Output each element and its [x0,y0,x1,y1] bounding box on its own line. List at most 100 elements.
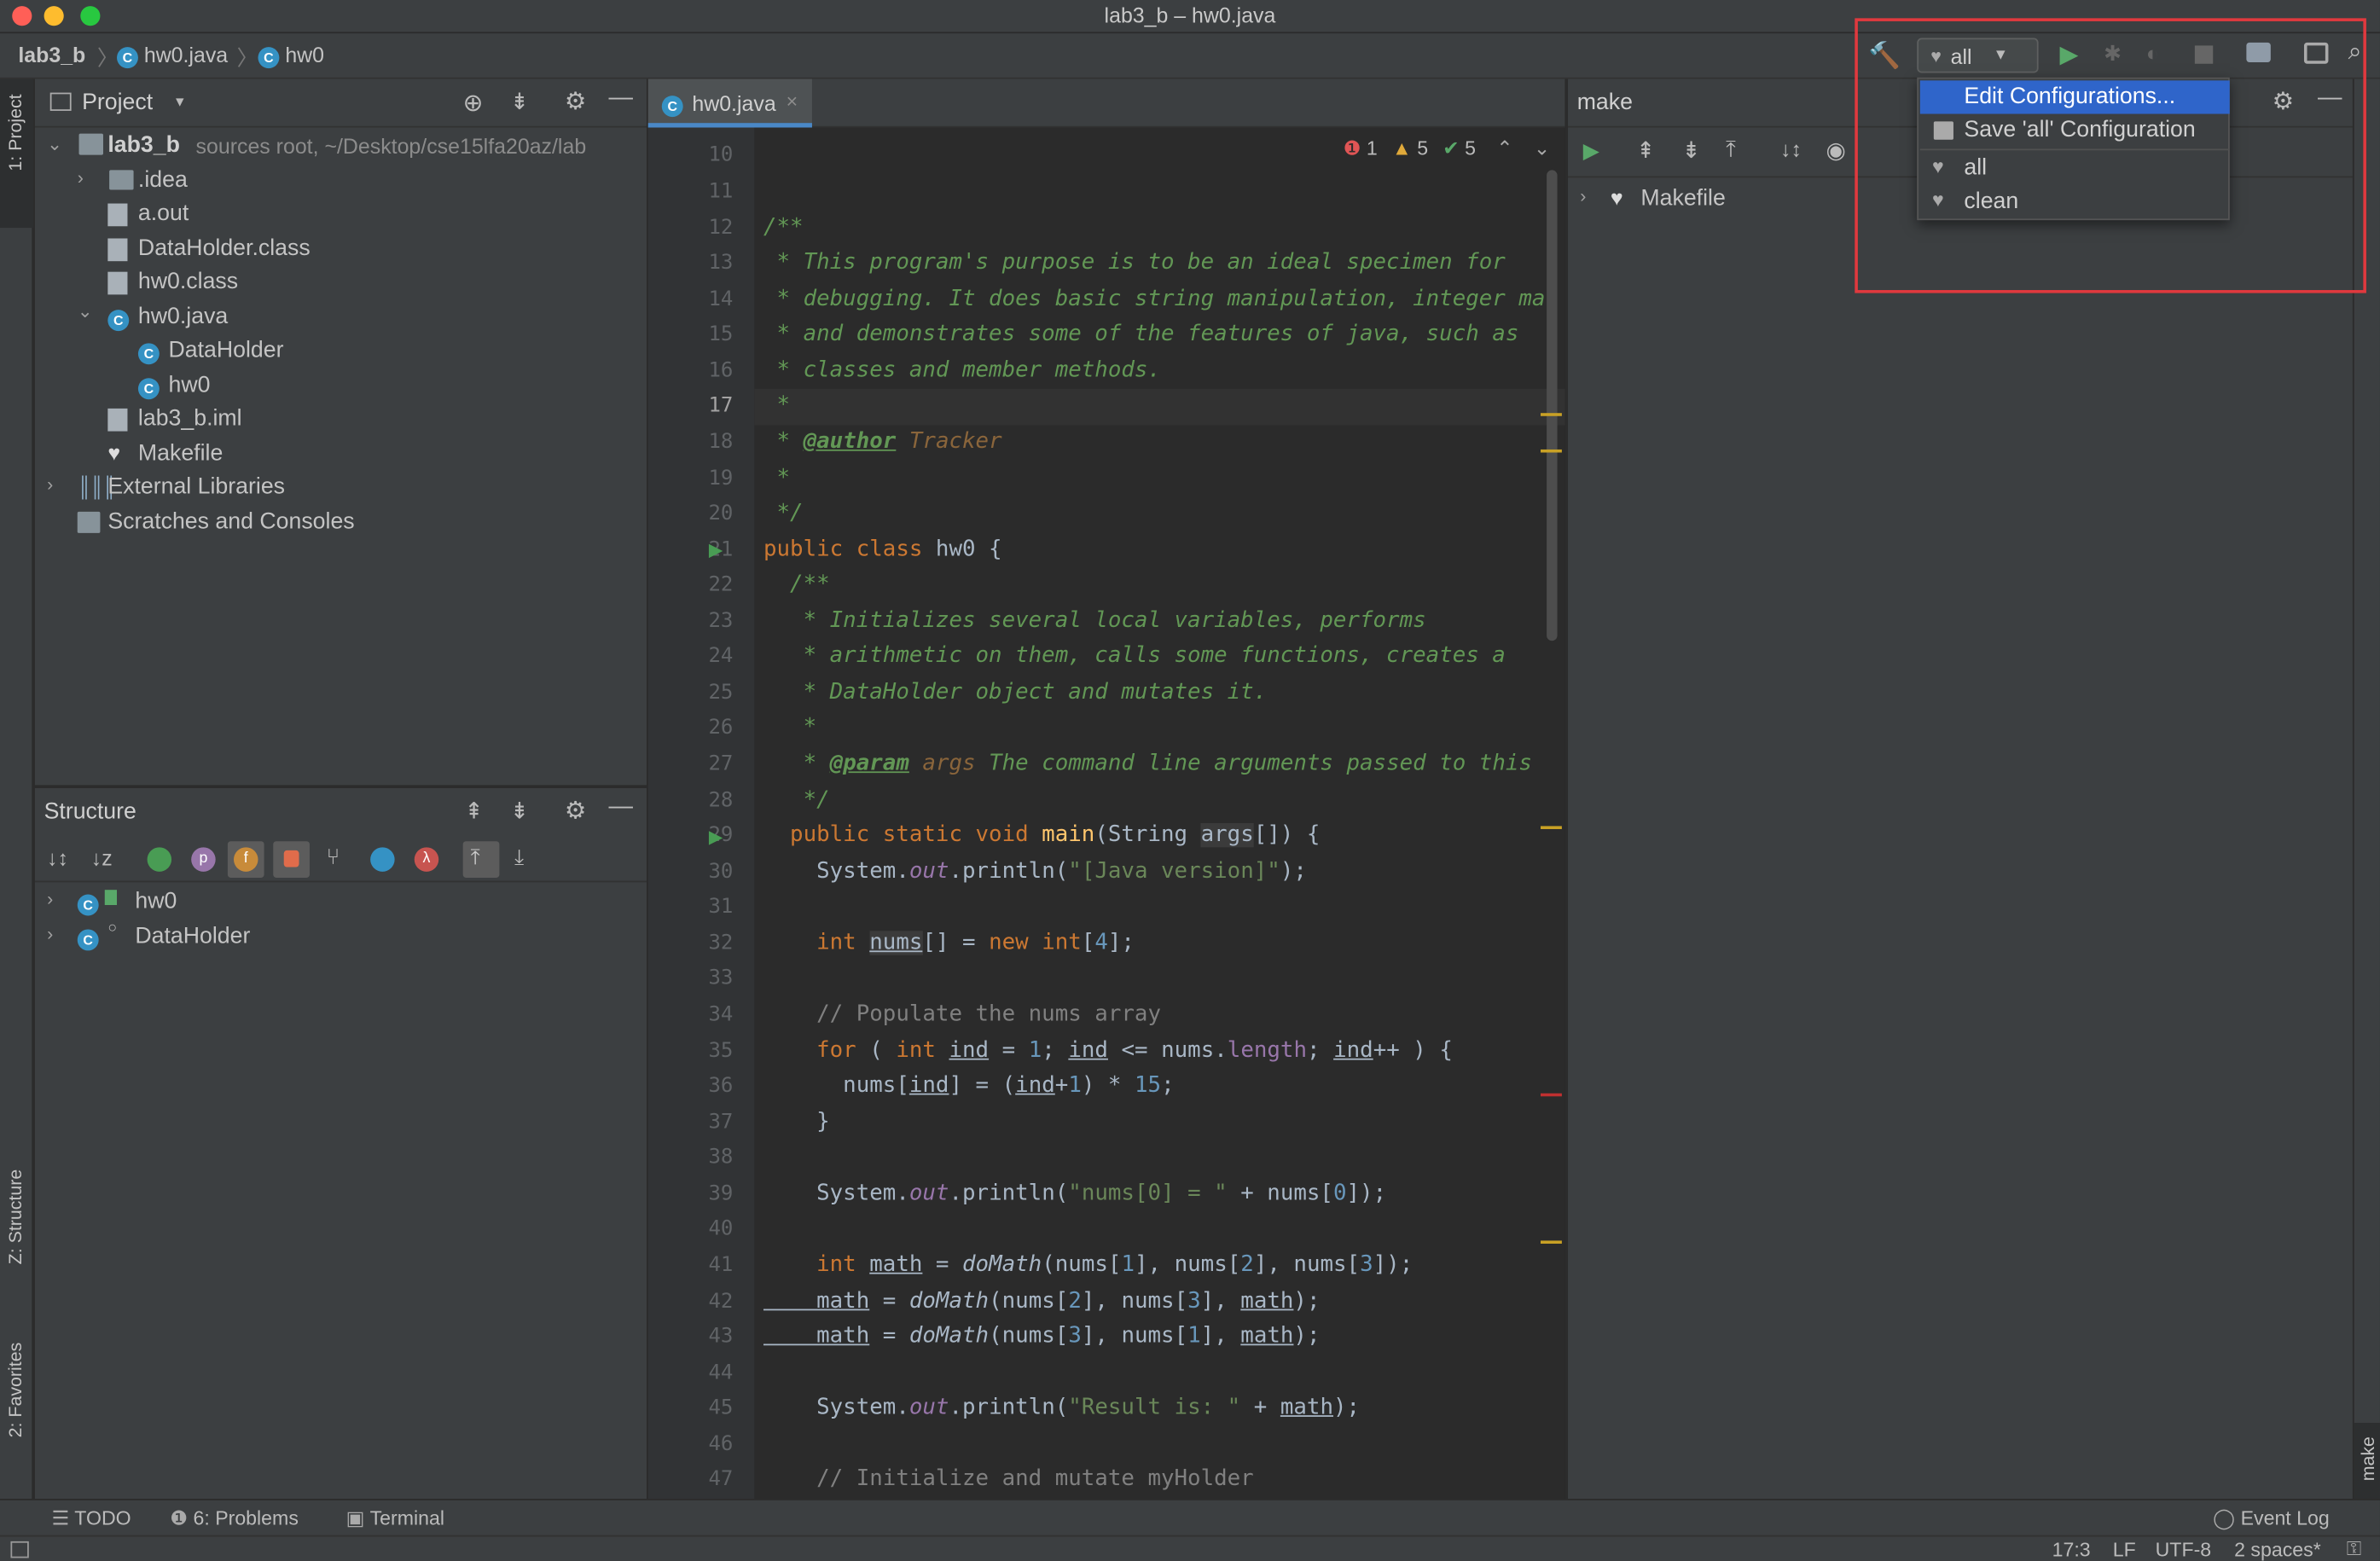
show-non-public-toggle[interactable] [273,841,310,878]
collapse-all-icon[interactable]: ⇟ [1681,136,1700,164]
line-number: 32 [708,931,734,955]
show-inherited-icon[interactable] [147,847,172,872]
warning-marker[interactable] [1540,413,1562,416]
class-icon: C [77,894,99,916]
inspection-widget[interactable]: ❶ 1 ▲ 5 ✔ 5 ⌃ ⌄ [1344,136,1551,160]
code-line: nums[ind] = (ind+1) * 15; [763,1073,1175,1099]
project-view-selector[interactable]: Project [82,90,153,115]
run-target-icon[interactable]: ▶ [1583,138,1599,164]
show-anonymous-icon[interactable] [370,847,395,872]
breadcrumb-separator-icon: 〉 [96,45,119,70]
module-file-icon [107,408,128,432]
indent-settings[interactable]: 2 spaces* [2234,1538,2321,1561]
show-properties-icon[interactable]: p [191,847,216,872]
problems-tab[interactable]: ❶ 6: Problems [170,1506,299,1530]
list-icon: ☰ [51,1506,70,1529]
todo-tab[interactable]: ☰ TODO [51,1506,131,1530]
line-number: 39 [708,1181,734,1206]
tree-label: Scratches and Consoles [107,508,355,535]
file-encoding[interactable]: UTF-8 [2156,1538,2212,1561]
editor-tab[interactable]: C hw0.java × [647,78,812,128]
tree-label: DataHolder [168,337,284,363]
code-line: * [763,715,817,740]
tree-label: lab3_b.iml [137,405,242,432]
expand-all-icon[interactable]: ⇞ [464,798,483,824]
breadcrumb-class[interactable]: C hw0 [258,42,325,69]
tool-tab-favorites[interactable]: 2: Favorites [4,1343,26,1438]
code-editor[interactable]: ❶ 1 ▲ 5 ✔ 5 ⌃ ⌄ /** * This program's pur… [754,127,1565,1500]
chevron-right-icon: › [47,888,54,910]
locate-icon[interactable]: ⊕ [463,88,484,119]
next-highlight-icon[interactable]: ⌄ [1534,136,1550,160]
line-number: 13 [708,250,734,276]
run-gutter-icon[interactable]: ▶ [709,826,723,847]
close-tab-icon[interactable]: × [787,90,798,113]
project-panel: Project ▼ ⊕ ⇟ ⚙ — ⌄ lab3_b sources root,… [34,78,647,786]
sort-alpha-icon[interactable]: ↓z [91,846,113,870]
lock-icon[interactable]: ⚿ [2347,1537,2362,1561]
collapse-all-icon[interactable]: ⇟ [510,798,529,824]
error-count: 1 [1366,136,1378,160]
code-line: * arithmetic on them, calls some functio… [763,643,1506,669]
filter-targets-icon[interactable]: ⤒ [1726,136,1736,162]
code-line: */ [763,501,804,525]
collapse-all-icon[interactable]: ⇟ [510,88,529,115]
warning-marker[interactable] [1540,826,1562,829]
line-number: 14 [708,287,734,311]
gear-icon[interactable]: ⚙ [565,796,587,827]
terminal-tab[interactable]: ▣ Terminal [346,1506,444,1530]
code-line: public class hw0 { [763,537,1002,562]
code-line: * This program's purpose is to be an ide… [763,250,1506,276]
line-number: 30 [708,859,734,885]
line-number: 12 [708,215,734,241]
sort-icon[interactable]: ↓↕ [1780,136,1802,160]
tool-windows-icon[interactable] [10,1541,29,1558]
breadcrumb-file[interactable]: C hw0.java [117,43,228,69]
line-separator[interactable]: LF [2113,1538,2136,1561]
show-fields-toggle[interactable]: f [227,841,264,878]
breadcrumb-class-label: hw0 [285,42,325,67]
chevron-right-icon: › [77,166,84,189]
autoscroll-from-source-icon[interactable]: ⤓ [514,844,524,870]
error-icon: ❶ [1343,136,1361,160]
code-line: * [763,393,791,418]
chevron-down-icon[interactable]: ▼ [173,94,187,109]
tool-tab-project[interactable]: 1: Project [4,94,26,171]
run-gutter-icon[interactable]: ▶ [709,539,723,560]
sort-by-type-icon[interactable]: ↓↕ [47,846,68,870]
editor-scrollbar[interactable] [1547,170,1558,641]
expand-all-icon[interactable]: ⇞ [1636,136,1655,164]
line-number: 26 [708,715,734,740]
hide-panel-icon[interactable]: — [608,794,632,821]
root-hint: sources root, ~/Desktop/cse15lfa20az/lab [195,133,587,159]
code-line: * Initializes several local variables, p… [763,608,1426,634]
class-icon: C [137,343,160,365]
hide-panel-icon[interactable]: — [608,85,632,113]
warning-marker[interactable] [1540,449,1562,453]
class-icon: C [137,378,160,400]
terminal-label: Terminal [369,1506,445,1529]
code-line: * DataHolder object and mutates it. [763,680,1268,705]
warning-marker[interactable] [1540,1240,1562,1244]
error-marker[interactable] [1540,1093,1562,1097]
event-log-label: Event Log [2240,1506,2330,1529]
warning-count: 5 [1417,136,1429,160]
autoscroll-to-source-toggle[interactable]: ⤒ [462,841,500,878]
gear-icon[interactable]: ⚙ [565,86,587,117]
tool-tab-make[interactable]: make [2357,1436,2378,1481]
previous-highlight-icon[interactable]: ⌃ [1496,136,1512,160]
breadcrumb-project[interactable]: lab3_b [18,43,85,67]
event-log-tab[interactable]: ◯ Event Log [2213,1506,2330,1530]
code-line: * [763,466,791,491]
code-line: * @param args The command line arguments… [763,751,1532,776]
show-lambdas-icon[interactable]: ⑂ [327,844,340,870]
makefile-icon: ♥ [107,440,121,465]
line-number: 35 [708,1038,734,1064]
lambda-icon[interactable]: λ [414,847,439,872]
line-number: 36 [708,1073,734,1099]
caret-position[interactable]: 17:3 [2052,1538,2091,1561]
tool-tab-structure[interactable]: Z: Structure [4,1169,26,1265]
package-private-icon: ○ [107,920,118,937]
chevron-right-icon: › [47,923,54,945]
properties-icon[interactable]: ◉ [1826,136,1845,164]
